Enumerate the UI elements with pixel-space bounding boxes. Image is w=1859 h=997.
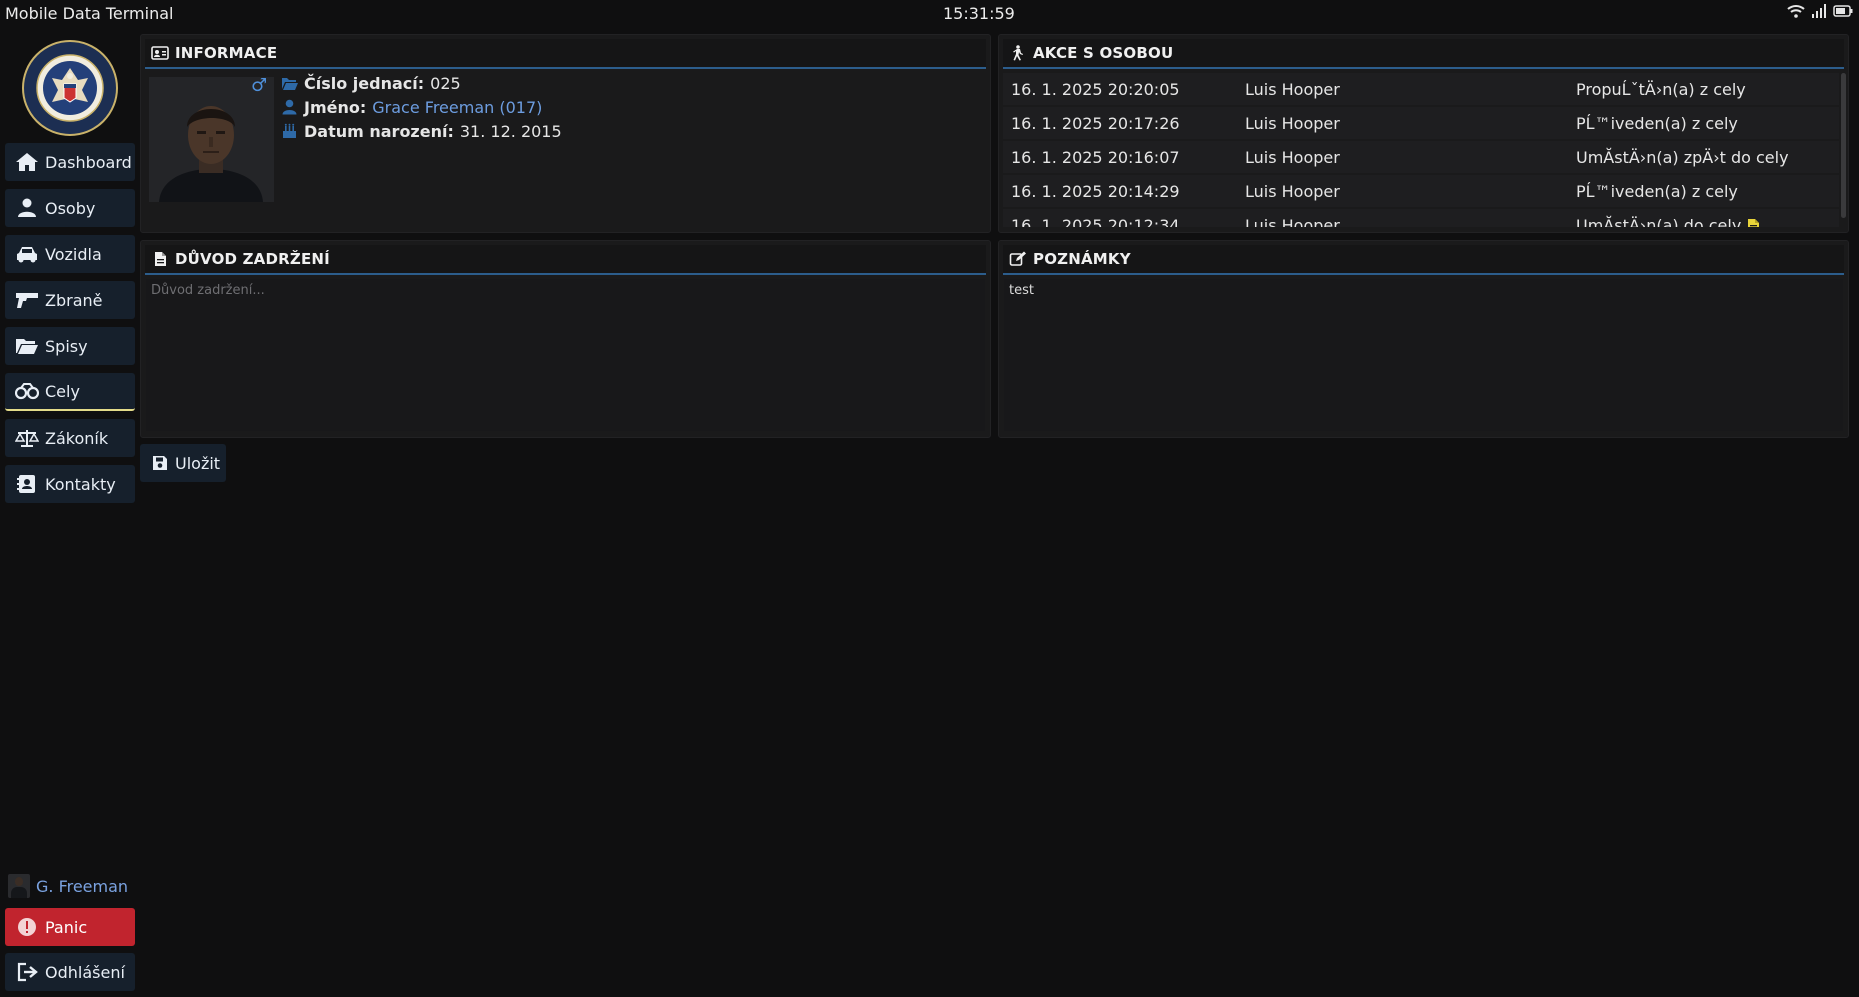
action-time: 16. 1. 2025 20:20:05 <box>1011 79 1180 99</box>
dob-label: Datum narození: <box>304 121 454 141</box>
folder-icon <box>282 78 298 90</box>
sidebar-item-spisy[interactable]: Spisy <box>5 327 135 365</box>
battery-icon <box>1833 5 1853 17</box>
scale-icon <box>15 430 39 447</box>
sidebar-item-cely[interactable]: Cely <box>5 373 135 411</box>
wifi-icon <box>1787 5 1805 18</box>
action-text: PropuĹˇtÄ›n(a) z cely <box>1576 79 1746 99</box>
sidebar-item-label: Dashboard <box>45 152 132 172</box>
actions-panel-title: AKCE S OSOBOU <box>1033 44 1174 62</box>
sidebar-item-zakonik[interactable]: Zákoník <box>5 419 135 457</box>
sidebar-item-label: Zbraně <box>45 290 103 310</box>
system-tray <box>1787 4 1853 18</box>
walking-person-icon <box>1013 45 1023 61</box>
actions-list[interactable]: 16. 1. 2025 20:20:05 Luis Hooper PropuĹˇ… <box>1003 73 1839 227</box>
info-panel-title: INFORMACE <box>175 44 278 62</box>
info-rows: Číslo jednací: 025 Jméno: Grace Freeman … <box>281 71 562 143</box>
person-name-link[interactable]: Grace Freeman (017) <box>372 98 542 117</box>
notes-panel-header: POZNÁMKY <box>1003 245 1844 275</box>
panic-label: Panic <box>45 917 88 937</box>
table-row: 16. 1. 2025 20:12:34 Luis Hooper UmĂstÄ›… <box>1003 209 1839 227</box>
save-label: Uložit <box>175 453 221 473</box>
document-icon <box>155 252 166 266</box>
case-number-row: Číslo jednací: 025 <box>281 71 562 95</box>
sidebar-item-osoby[interactable]: Osoby <box>5 189 135 227</box>
sidebar-item-label: Kontakty <box>45 474 116 494</box>
action-time: 16. 1. 2025 20:14:29 <box>1011 181 1180 201</box>
save-button[interactable]: Uložit <box>140 444 226 482</box>
sidebar-item-dashboard[interactable]: Dashboard <box>5 143 135 181</box>
info-panel: INFORMACE ♂ Číslo jednací: 025 Jméno: Gr… <box>140 34 991 233</box>
car-icon <box>17 247 37 263</box>
avatar <box>8 874 30 898</box>
status-bar: Mobile Data Terminal 15:31:59 <box>0 0 1859 28</box>
app-title: Mobile Data Terminal <box>5 4 174 23</box>
logout-button[interactable]: Odhlášení <box>5 953 135 991</box>
logout-label: Odhlášení <box>45 962 125 982</box>
case-number-label: Číslo jednací: <box>304 73 425 93</box>
gun-icon <box>16 293 38 308</box>
save-icon <box>153 456 167 470</box>
sidebar-item-zbrane[interactable]: Zbraně <box>5 281 135 319</box>
user-icon <box>282 99 297 115</box>
sidebar-item-label: Spisy <box>45 336 88 356</box>
name-row: Jméno: Grace Freeman (017) <box>281 95 562 119</box>
handcuffs-icon <box>15 383 39 400</box>
dob-value: 31. 12. 2015 <box>459 121 562 141</box>
sidebar-item-label: Cely <box>45 381 80 401</box>
alert-icon <box>18 918 36 936</box>
notes-textarea[interactable] <box>1004 279 1843 431</box>
actions-panel: AKCE S OSOBOU 16. 1. 2025 20:20:05 Luis … <box>998 34 1849 233</box>
user-icon <box>18 198 36 217</box>
reason-panel-title: DŮVOD ZADRŽENÍ <box>175 250 330 268</box>
sidebar-item-kontakty[interactable]: Kontakty <box>5 465 135 503</box>
home-icon <box>16 153 38 171</box>
table-row: 16. 1. 2025 20:16:07 Luis Hooper UmĂstÄ›… <box>1003 141 1839 173</box>
current-user-name: G. Freeman <box>36 876 129 896</box>
info-panel-header: INFORMACE <box>145 39 986 69</box>
sidebar-item-label: Osoby <box>45 198 96 218</box>
panic-button[interactable]: Panic <box>5 908 135 946</box>
action-text: UmĂstÄ›n(a) do cely <box>1576 215 1742 228</box>
gender-male-icon: ♂ <box>251 75 268 96</box>
clock: 15:31:59 <box>943 4 1015 23</box>
case-number-value: 025 <box>430 73 461 93</box>
police-seal-logo <box>22 40 118 136</box>
reason-textarea[interactable] <box>146 279 985 431</box>
action-time: 16. 1. 2025 20:12:34 <box>1011 215 1180 228</box>
id-card-icon <box>151 46 169 60</box>
action-user: Luis Hooper <box>1245 113 1340 133</box>
table-row: 16. 1. 2025 20:20:05 Luis Hooper PropuĹˇ… <box>1003 73 1839 105</box>
notes-panel: POZNÁMKY <box>998 240 1849 438</box>
current-user[interactable]: G. Freeman <box>8 874 128 898</box>
action-time: 16. 1. 2025 20:16:07 <box>1011 147 1180 167</box>
actions-panel-header: AKCE S OSOBOU <box>1003 39 1844 69</box>
sidebar-item-label: Vozidla <box>45 244 102 264</box>
notes-panel-title: POZNÁMKY <box>1033 250 1131 268</box>
action-text: PĹ™iveden(a) z cely <box>1576 181 1738 201</box>
logout-icon <box>17 962 38 982</box>
dob-row: Datum narození: 31. 12. 2015 <box>281 119 562 143</box>
note-file-icon[interactable] <box>1747 218 1760 228</box>
birthday-cake-icon <box>283 123 296 138</box>
sidebar-item-vozidla[interactable]: Vozidla <box>5 235 135 273</box>
name-label: Jméno: <box>304 97 367 117</box>
edit-icon <box>1009 251 1026 266</box>
folder-icon <box>16 339 38 354</box>
action-user: Luis Hooper <box>1245 215 1340 228</box>
signal-icon <box>1812 4 1826 18</box>
table-row: 16. 1. 2025 20:14:29 Luis Hooper PĹ™ived… <box>1003 175 1839 207</box>
reason-panel: DŮVOD ZADRŽENÍ <box>140 240 991 438</box>
action-user: Luis Hooper <box>1245 147 1340 167</box>
reason-panel-header: DŮVOD ZADRŽENÍ <box>145 245 986 275</box>
action-text: PĹ™iveden(a) z cely <box>1576 113 1738 133</box>
action-user: Luis Hooper <box>1245 181 1340 201</box>
actions-scrollbar[interactable] <box>1841 73 1846 218</box>
sidebar-item-label: Zákoník <box>45 428 109 448</box>
action-user: Luis Hooper <box>1245 79 1340 99</box>
action-text: UmĂstÄ›n(a) zpÄ›t do cely <box>1576 147 1789 167</box>
table-row: 16. 1. 2025 20:17:26 Luis Hooper PĹ™ived… <box>1003 107 1839 139</box>
contact-icon <box>17 475 35 493</box>
action-time: 16. 1. 2025 20:17:26 <box>1011 113 1180 133</box>
